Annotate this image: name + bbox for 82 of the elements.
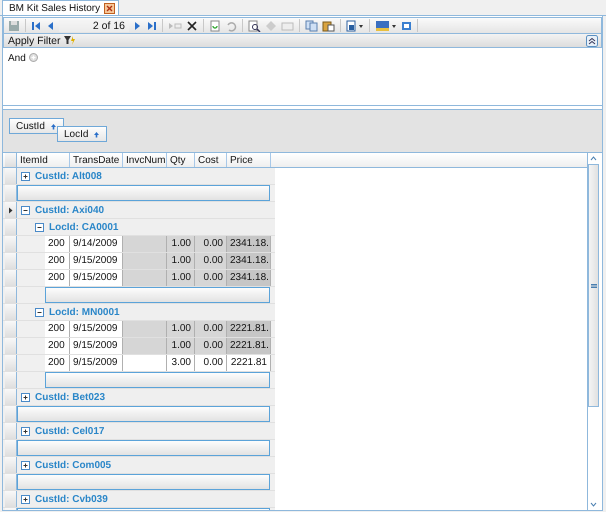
table-cell: 9/15/2009	[70, 253, 123, 269]
table-cell: 200	[45, 355, 70, 371]
group-label: CustId: Axi040	[35, 204, 104, 216]
table-cell: 0.00	[195, 338, 227, 354]
column-header[interactable]: InvcNum	[123, 153, 167, 167]
group-label: LocId: MN0001	[49, 306, 120, 318]
table-cell: 2341.18.	[227, 253, 271, 269]
group-label: LocId: CA0001	[49, 222, 118, 232]
table-cell: 0.00	[195, 321, 227, 337]
table-cell: 0.00	[195, 253, 227, 269]
table-cell: 200	[45, 321, 70, 337]
record-position[interactable]: 2 of 16	[59, 20, 129, 32]
layout-icon[interactable]	[375, 20, 397, 32]
collapse-icon[interactable]	[586, 34, 598, 46]
table-cell: 2221.81	[227, 355, 271, 371]
delete-icon[interactable]	[186, 20, 198, 32]
vertical-scrollbar[interactable]	[587, 153, 599, 510]
table-cell	[123, 355, 167, 371]
expand-icon[interactable]	[21, 494, 30, 504]
grip-icon	[590, 284, 596, 288]
collapse-icon[interactable]	[35, 222, 44, 232]
table-cell: 200	[45, 270, 70, 286]
table-cell: 1.00	[167, 321, 195, 337]
refresh-icon[interactable]	[209, 20, 221, 32]
table-cell: 200	[45, 338, 70, 354]
print-preview-icon[interactable]	[248, 20, 261, 32]
sort-ascending-icon[interactable]	[93, 130, 100, 138]
table-cell: 1.00	[167, 270, 195, 286]
copy-icon[interactable]	[305, 20, 318, 32]
table-cell: 1.00	[167, 253, 195, 269]
expand-icon[interactable]	[21, 460, 30, 470]
group-label: CustId: Cel017	[35, 426, 104, 436]
group-label: CustId: Cvb039	[35, 494, 108, 504]
expand-icon[interactable]	[21, 172, 30, 180]
group-label: CustId: Bet023	[35, 392, 106, 402]
table-cell: 3.00	[167, 355, 195, 371]
column-header[interactable]: Price	[227, 153, 271, 167]
table-cell: 9/15/2009	[70, 338, 123, 354]
window-icon[interactable]	[401, 20, 412, 32]
group-label: CustId: Alt008	[35, 170, 102, 182]
expand-icon[interactable]	[21, 426, 30, 436]
table-cell: 200	[45, 253, 70, 269]
filter-operator[interactable]: And	[8, 53, 26, 64]
export-icon[interactable]	[346, 20, 364, 32]
scroll-thumb[interactable]	[588, 164, 599, 407]
column-header[interactable]: ItemId	[17, 153, 70, 167]
expand-icon[interactable]	[21, 392, 30, 402]
document-tab[interactable]: BM Kit Sales History	[2, 0, 120, 15]
close-icon[interactable]	[104, 2, 116, 14]
save-icon[interactable]	[8, 20, 20, 32]
table-cell: 9/15/2009	[70, 355, 123, 371]
collapse-icon[interactable]	[35, 308, 44, 316]
table-cell: 9/15/2009	[70, 321, 123, 337]
table-cell: 1.00	[167, 236, 195, 252]
filter-title: Apply Filter	[8, 34, 61, 46]
table-cell: 2341.18.	[227, 236, 271, 252]
table-cell: 0.00	[195, 355, 227, 371]
group-by-chip[interactable]: CustId	[9, 118, 64, 134]
table-cell: 9/15/2009	[70, 270, 123, 286]
group-label: CustId: Com005	[35, 460, 112, 470]
column-header[interactable]: TransDate	[70, 153, 123, 167]
table-cell: 200	[45, 236, 70, 252]
first-record-icon[interactable]	[31, 20, 41, 32]
table-cell: 0.00	[195, 270, 227, 286]
last-record-icon[interactable]	[147, 20, 157, 32]
table-cell: 2341.18.	[227, 270, 271, 286]
paste-icon[interactable]	[322, 20, 335, 32]
current-row-icon	[8, 206, 13, 214]
row-header[interactable]	[5, 202, 17, 218]
table-cell: 9/14/2009	[70, 236, 123, 252]
sort-ascending-icon[interactable]	[50, 122, 57, 130]
group-by-chip[interactable]: LocId	[57, 126, 108, 142]
column-header[interactable]: Qty	[167, 153, 195, 167]
undo-icon[interactable]	[225, 20, 237, 32]
add-condition-icon[interactable]	[28, 53, 38, 62]
collapse-icon[interactable]	[21, 206, 30, 214]
table-cell: 2221.81.	[227, 338, 271, 354]
filter-icon[interactable]	[64, 35, 76, 46]
table-cell: 1.00	[167, 338, 195, 354]
table-cell: 2221.81.	[227, 321, 271, 337]
table-cell: 0.00	[195, 236, 227, 252]
column-header[interactable]: Cost	[195, 153, 227, 167]
